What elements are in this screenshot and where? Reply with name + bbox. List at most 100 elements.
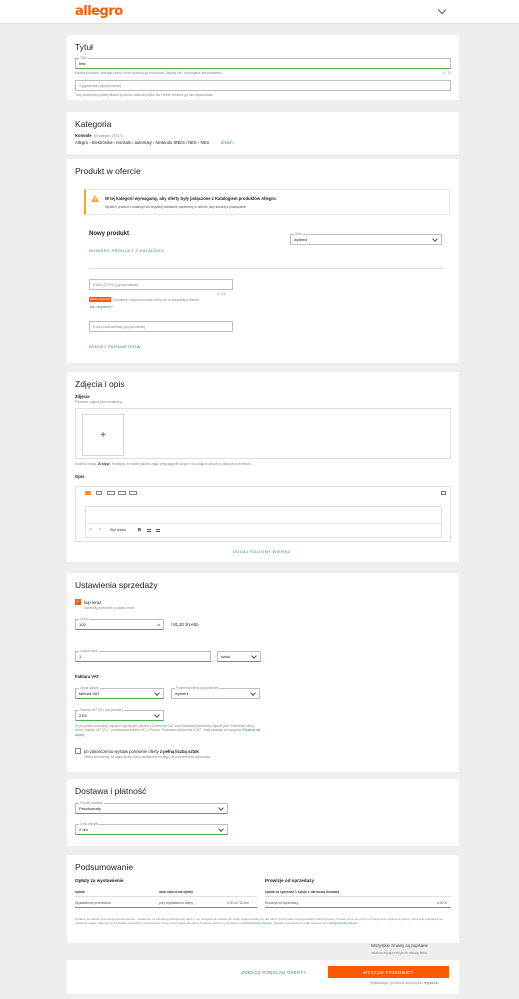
fee-row-amount: 0,00 zł / 10 dni xyxy=(227,901,249,905)
commission-title: Prowizje od sprzedaży xyxy=(265,878,315,883)
category-id: Nr kategorii 257373 xyxy=(94,133,123,138)
price-list-value: Paczkomaty xyxy=(79,806,101,811)
chevron-down-icon xyxy=(154,711,160,718)
choose-from-catalog-link[interactable]: WYBIERZ PRODUKT Z KATALOGU xyxy=(89,248,164,253)
add-photo-button[interactable]: + xyxy=(82,414,124,456)
invoice-option-select[interactable]: Opcja faktury faktura VAT xyxy=(75,686,164,699)
price-value: 100 xyxy=(79,622,86,627)
quantity-value: 1 xyxy=(79,654,82,659)
currency: zł xyxy=(157,622,160,627)
fee-row-date: przy wystawieniu oferty xyxy=(159,901,194,905)
warning-icon xyxy=(91,195,99,202)
section-heading: Zdjęcia i opis xyxy=(75,379,125,389)
producer-code-placeholder: Kod producenta (opcjonalnie) xyxy=(93,324,146,329)
photos-label: Zdjęcia xyxy=(75,394,90,399)
recommended-badge: Warto uzupełnić xyxy=(89,297,111,302)
description-label: Opis xyxy=(75,474,85,479)
change-category-link[interactable]: Zmień xyxy=(221,140,233,145)
char-counter: 4 / 75 xyxy=(442,71,451,75)
add-row-link[interactable]: DODAJ KOLEJNY WIERSZ xyxy=(233,549,291,554)
fees-title: Opłaty za wystawienie xyxy=(75,878,124,883)
chevron-down-icon[interactable] xyxy=(437,5,447,15)
divider xyxy=(75,896,257,897)
signature-placeholder: Sygnatura (opcjonalnie) xyxy=(79,83,122,88)
chevron-down-icon xyxy=(154,689,160,696)
two-images-block-icon[interactable] xyxy=(129,491,137,495)
settlements-link[interactable]: Rozliczenia z Allegro xyxy=(244,921,273,925)
field-label: Czas wysyłki xyxy=(79,822,100,826)
text-block-icon[interactable] xyxy=(85,491,91,495)
section-heading: Podsumowanie xyxy=(75,862,134,872)
bold-icon[interactable]: B xyxy=(138,527,141,532)
price-input[interactable]: Cena 100 zł xyxy=(75,617,164,630)
delivery-price-list-select[interactable]: Cennik dostawy Paczkomaty xyxy=(75,801,228,814)
preview-offer-button[interactable]: ZOBACZ PODGLĄD OFERTY xyxy=(222,966,326,978)
undo-icon[interactable]: ↶ xyxy=(89,527,93,532)
field-label: Cena xyxy=(79,617,89,621)
redo-icon[interactable]: ↷ xyxy=(98,527,102,532)
product-card: Produkt w ofercie W tej kategorii wymaga… xyxy=(67,159,459,363)
chevron-down-icon xyxy=(432,235,438,242)
accept-text: Wystawiając, przedmiot akceptujesz xyxy=(370,981,424,985)
offer-subject-select[interactable]: Przedmiot oferty (opcjonalnie) wybierz xyxy=(171,686,260,699)
alert-title: W tej kategorii wymagamy, aby oferty był… xyxy=(105,196,277,201)
vat-rate-value: 23% xyxy=(79,713,88,718)
section-heading: Kategoria xyxy=(75,119,112,129)
quantity-input[interactable]: Liczba sztuk 1 xyxy=(75,649,211,662)
signature-input[interactable]: Sygnatura (opcjonalnie) xyxy=(75,80,451,91)
bullet-list-icon[interactable] xyxy=(147,529,151,532)
vat-hint-text: W przypadku transakcji objętych regulacj… xyxy=(75,724,256,733)
chevron-down-icon xyxy=(218,825,224,832)
terms-link[interactable]: Regulaminie Allegro xyxy=(330,921,358,925)
more-parameters-link[interactable]: WIĘCEJ PARAMETRÓW xyxy=(89,344,141,349)
field-label: Opcja faktury xyxy=(79,686,100,690)
photos-note: Możesz dodać 16 zdjęć. Pamiętaj, że dobr… xyxy=(75,462,252,466)
terms-acceptance: Wystawiając, przedmiot akceptujesz regul… xyxy=(370,981,439,985)
ean-input[interactable]: EAN (GTIN) (opcjonalnie) xyxy=(89,279,233,290)
unit-value: sztuk xyxy=(221,654,231,659)
allegro-logo[interactable]: allegro xyxy=(75,4,123,19)
commission-col: opłata za sprzedaż 1 sztuki z darmową do… xyxy=(265,890,340,894)
field-hint: Nazwa produktu, podając cechy, które poz… xyxy=(75,71,223,75)
summary-note: Podane wysokość jest wyceną szacunkową -… xyxy=(75,917,451,933)
description-editor: ↶ ↷ Styl tekstu B xyxy=(75,486,451,542)
category-path: Allegro › Elektronika › Konsole i automa… xyxy=(75,140,210,145)
text-style-select[interactable]: Styl tekstu xyxy=(110,528,126,532)
chevron-down-icon xyxy=(250,689,256,696)
buy-now-hint: Sprzedaj przedmiot po stałej cenie xyxy=(84,606,135,610)
state-value: wybierz xyxy=(294,237,308,242)
field-label: Stan xyxy=(294,232,303,236)
accept-text: . xyxy=(438,981,440,985)
buy-now-checkbox[interactable]: ✓ xyxy=(75,599,81,605)
toolbar-divider xyxy=(86,523,441,524)
text-image-block-icon[interactable] xyxy=(118,491,126,495)
commission-row-name: Prowizja od sprzedaży xyxy=(265,901,298,905)
note-text: . Zasady wyznaczenia opłat opisane są w xyxy=(272,921,330,926)
state-select[interactable]: Stan wybierz xyxy=(290,232,442,245)
publish-button[interactable]: WYSTAW PRZEDMIOT xyxy=(328,966,449,978)
new-product-heading: Nowy produkt xyxy=(89,231,129,237)
divider xyxy=(75,907,257,908)
photos-card: Zdjęcia i opis Zdjęcia Pierwsze zdjęcie … xyxy=(67,372,459,562)
description-row[interactable]: ↶ ↷ Styl tekstu B xyxy=(85,506,442,538)
producer-code-input[interactable]: Kod producenta (opcjonalnie) xyxy=(89,321,233,332)
relist-label: po zakończeniu wystaw ponownie oferty z … xyxy=(84,749,199,754)
photo-dropzone: + xyxy=(75,408,451,459)
divider xyxy=(265,896,451,897)
relist-checkbox[interactable] xyxy=(75,748,81,754)
how-to-fill-link[interactable]: Jak uzupełnić? xyxy=(89,305,113,309)
regulations-link[interactable]: regulamin xyxy=(424,981,438,985)
field-label: Przedmiot oferty (opcjonalnie) xyxy=(175,686,220,690)
category-name: Konsole xyxy=(75,133,92,138)
numbered-list-icon[interactable] xyxy=(156,529,160,532)
vat-rate-select[interactable]: Stawka VAT (PL) (opcjonalnie) 23% xyxy=(75,708,164,721)
title-input[interactable]: Tytuł test xyxy=(75,56,451,69)
top-bar: allegro xyxy=(0,0,519,24)
unit-select[interactable]: sztuk xyxy=(217,651,261,662)
image-text-block-icon[interactable] xyxy=(107,491,115,495)
photo-limit: 16 zdjęć xyxy=(97,462,111,466)
shipping-time-select[interactable]: Czas wysyłki 2 dni xyxy=(75,822,228,835)
save-status: Wszystkie zmiany są zapisane xyxy=(371,943,428,948)
image-block-icon[interactable] xyxy=(96,491,102,495)
copy-icon[interactable] xyxy=(441,491,446,495)
